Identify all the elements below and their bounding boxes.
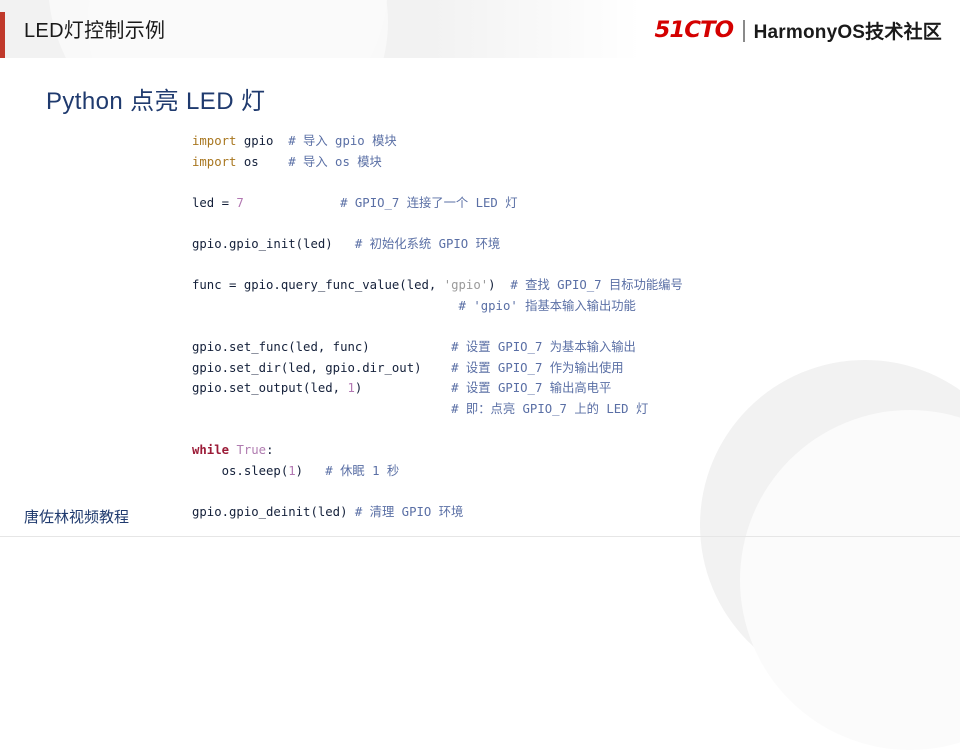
code-token-cmt: # 设置 GPIO_7 作为输出使用	[451, 360, 624, 375]
code-token-id	[244, 196, 340, 210]
brand-community-name: HarmonyOS技术社区	[753, 22, 942, 43]
code-token-id	[192, 402, 451, 416]
code-line: gpio.set_output(led, 1) # 设置 GPIO_7 输出高电…	[192, 378, 683, 399]
code-block: import gpio # 导入 gpio 模块 import os # 导入 o…	[192, 131, 683, 522]
code-token-cmt: # 休眠 1 秒	[325, 463, 400, 478]
brand-divider	[742, 19, 745, 42]
code-token-id: gpio	[236, 134, 289, 148]
code-token-cmt: # 'gpio' 指基本输入输出功能	[458, 298, 636, 313]
code-token-kw: import	[192, 154, 237, 169]
code-token-num: 1	[347, 381, 355, 396]
code-token-cmt: # 初始化系统 GPIO 环境	[354, 236, 501, 251]
code-token-cmt: # 导入 gpio 模块	[288, 134, 397, 148]
code-token-id: :	[266, 442, 274, 457]
code-token-cmt: # 查找 GPIO_7 目标功能编号	[510, 278, 683, 293]
section-heading: Python 点亮 LED 灯	[46, 88, 266, 115]
code-token-cmt: # 导入 os 模块	[288, 154, 382, 169]
code-token-cmt: # 清理 GPIO 环境	[354, 504, 464, 519]
code-line: gpio.gpio_deinit(led) # 清理 GPIO 环境	[192, 502, 683, 523]
code-token-id: gpio.gpio_deinit(led)	[192, 504, 355, 519]
code-line: import os # 导入 os 模块	[192, 152, 683, 173]
brand-logo-51cto: 51CTO	[654, 18, 735, 43]
code-token-cmt: # 设置 GPIO_7 输出高电平	[451, 381, 612, 396]
code-token-num: 7	[236, 195, 244, 210]
code-line: gpio.gpio_init(led) # 初始化系统 GPIO 环境	[192, 234, 683, 255]
header-accent-bar	[0, 12, 5, 58]
code-token-kw2: while	[192, 442, 230, 457]
code-token-cmt: # 即：点亮 GPIO_7 上的 LED 灯	[451, 401, 649, 416]
code-token-id: os	[236, 154, 289, 169]
code-line: # 'gpio' 指基本输入输出功能	[192, 296, 683, 317]
code-token-id: gpio.set_output(led,	[192, 381, 348, 396]
page-title: LED灯控制示例	[24, 20, 166, 42]
code-line: import gpio # 导入 gpio 模块	[192, 131, 683, 152]
code-token-id: gpio.gpio_init(led)	[192, 236, 355, 251]
code-token-id: )	[295, 463, 326, 478]
code-token-id: )	[488, 278, 511, 293]
code-token-lit: True	[236, 442, 267, 457]
code-token-id: os.sleep(	[192, 463, 289, 478]
footer-divider	[0, 536, 960, 537]
code-token-id: gpio.set_func(led, func)	[192, 339, 452, 354]
code-token-cmt: # GPIO_7 连接了一个 LED 灯	[340, 195, 518, 210]
code-line: while True:	[192, 440, 683, 461]
brand-lockup: 51CTO HarmonyOS技术社区	[654, 17, 942, 44]
code-token-cmt: # 设置 GPIO_7 为基本输入输出	[451, 339, 636, 354]
footer-author-label: 唐佐林视频教程	[24, 509, 130, 526]
code-line: gpio.set_dir(led, gpio.dir_out) # 设置 GPI…	[192, 358, 683, 379]
code-line: led = 7 # GPIO_7 连接了一个 LED 灯	[192, 193, 683, 214]
code-token-id: gpio.set_dir(led, gpio.dir_out)	[192, 360, 452, 375]
code-token-id	[192, 299, 459, 313]
code-token-num: 1	[288, 463, 296, 478]
code-line: # 即：点亮 GPIO_7 上的 LED 灯	[192, 399, 683, 420]
code-token-id: func = gpio.query_func_value(led,	[192, 278, 444, 293]
code-token-id: )	[354, 381, 452, 396]
code-line: gpio.set_func(led, func) # 设置 GPIO_7 为基本…	[192, 337, 683, 358]
code-token-str: 'gpio'	[443, 278, 489, 293]
code-token-kw: import	[192, 134, 237, 148]
code-line: func = gpio.query_func_value(led, 'gpio'…	[192, 275, 683, 296]
code-token-id: led =	[192, 195, 237, 210]
code-line: os.sleep(1) # 休眠 1 秒	[192, 461, 683, 482]
